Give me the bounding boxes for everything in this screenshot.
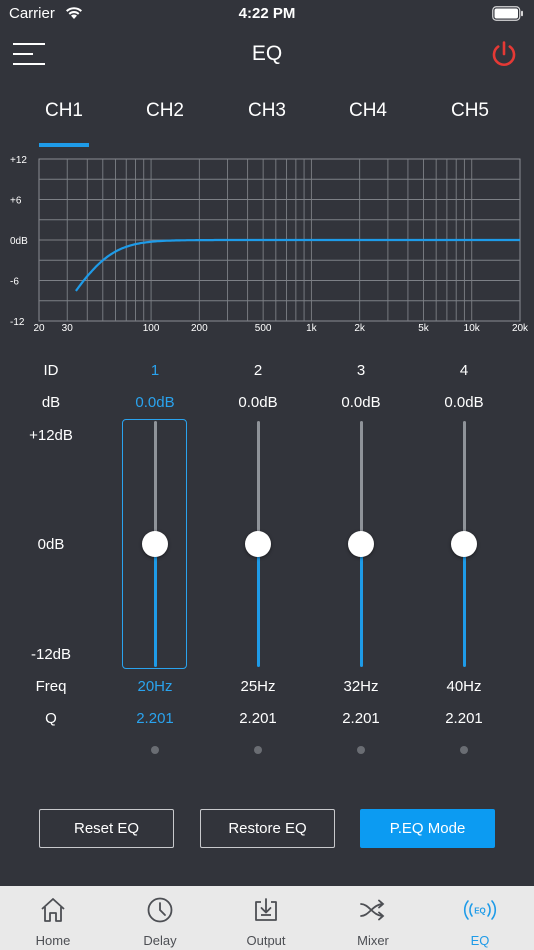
band-3-freq[interactable]: 32Hz: [311, 678, 411, 695]
eq-response-curve: [75, 238, 520, 292]
restore-eq-button[interactable]: Restore EQ: [200, 809, 335, 848]
band-4-freq[interactable]: 40Hz: [414, 678, 514, 695]
q-row-label: Q: [45, 710, 57, 727]
page-title: EQ: [251, 42, 283, 65]
reset-eq-button[interactable]: Reset EQ: [39, 809, 174, 848]
band-1-db[interactable]: 0.0dB: [105, 394, 205, 411]
nav-output[interactable]: Output: [213, 886, 319, 950]
band-2-freq[interactable]: 25Hz: [208, 678, 308, 695]
band-4-track-lower[interactable]: [462, 544, 466, 667]
band-4-id: 4: [459, 362, 469, 379]
band-3-indicator-dot: [357, 746, 365, 754]
band-1-track-upper[interactable]: [153, 421, 157, 544]
band-2-id: 2: [253, 362, 263, 379]
tab-ch4[interactable]: CH4: [318, 100, 418, 122]
band-1-indicator-dot: [151, 746, 159, 754]
nav-home[interactable]: Home: [0, 886, 106, 950]
tab-ch1[interactable]: CH1: [14, 100, 114, 122]
channel-tabs: CH1 CH2 CH3 CH4 CH5: [0, 100, 534, 150]
nav-eq-label: EQ: [470, 933, 490, 948]
band-3-id: 3: [356, 362, 366, 379]
header: EQ: [0, 30, 534, 80]
peq-mode-button[interactable]: P.EQ Mode: [360, 809, 495, 848]
bottom-nav: Home Delay Output Mixer EQ EQ: [0, 886, 534, 950]
band-2-track-lower[interactable]: [256, 544, 260, 667]
band-3-db[interactable]: 0.0dB: [311, 394, 411, 411]
graph-x-tick: 10k: [464, 323, 481, 334]
zero-db-label: 0dB: [37, 536, 65, 553]
clock-icon: [147, 897, 173, 923]
band-2-slider-knob[interactable]: [245, 531, 271, 557]
shuffle-icon: [360, 899, 385, 921]
graph-x-tick: 2k: [354, 323, 366, 334]
nav-delay-label: Delay: [143, 933, 177, 948]
nav-eq[interactable]: EQ EQ: [427, 886, 533, 950]
band-2-db[interactable]: 0.0dB: [208, 394, 308, 411]
nav-output-label: Output: [246, 933, 286, 948]
clock: 4:22 PM: [238, 5, 296, 22]
min-db-label: -12dB: [30, 646, 72, 663]
band-1-freq[interactable]: 20Hz: [105, 678, 205, 695]
band-2-indicator-dot: [254, 746, 262, 754]
output-icon: [255, 898, 277, 921]
band-3-q[interactable]: 2.201: [311, 710, 411, 727]
power-icon[interactable]: [490, 40, 518, 68]
band-2-track-upper[interactable]: [256, 421, 260, 544]
graph-y-tick: 0dB: [10, 236, 28, 247]
tab-ch5[interactable]: CH5: [420, 100, 520, 122]
eq-icon: EQ: [463, 900, 497, 920]
graph-x-tick: 20k: [512, 323, 529, 334]
max-db-label: +12dB: [29, 427, 73, 444]
band-4-q[interactable]: 2.201: [414, 710, 514, 727]
nav-mixer[interactable]: Mixer: [320, 886, 426, 950]
graph-x-tick: 5k: [418, 323, 430, 334]
band-1-track-lower[interactable]: [153, 544, 157, 667]
band-4-indicator-dot: [460, 746, 468, 754]
band-4-db[interactable]: 0.0dB: [414, 394, 514, 411]
band-3-track-lower[interactable]: [359, 544, 363, 667]
graph-x-tick: 200: [191, 323, 208, 334]
nav-delay[interactable]: Delay: [107, 886, 213, 950]
band-4-slider-knob[interactable]: [451, 531, 477, 557]
band-2-q[interactable]: 2.201: [208, 710, 308, 727]
graph-y-tick: +12: [10, 155, 27, 166]
id-row-label: ID: [43, 362, 59, 379]
tab-ch3[interactable]: CH3: [217, 100, 317, 122]
active-tab-indicator: [39, 143, 89, 147]
band-1-id: 1: [150, 362, 160, 379]
freq-row-label: Freq: [35, 678, 67, 695]
status-bar: Carrier 4:22 PM: [0, 0, 534, 30]
graph-x-tick: 1k: [306, 323, 318, 334]
graph-x-tick: 500: [255, 323, 272, 334]
band-1-slider-knob[interactable]: [142, 531, 168, 557]
band-3-track-upper[interactable]: [359, 421, 363, 544]
eq-response-graph: +12 +6 0dB -6 -12 20 30 100 200 500 1k 2k 5k 10k 20k: [10, 155, 529, 334]
home-icon: [41, 898, 65, 922]
graph-x-tick: 30: [62, 323, 74, 334]
db-row-label: dB: [41, 394, 61, 411]
graph-x-tick: 20: [33, 323, 45, 334]
tab-ch2[interactable]: CH2: [115, 100, 215, 122]
graph-y-tick: +6: [10, 196, 22, 207]
graph-y-tick: -6: [10, 277, 19, 288]
nav-home-label: Home: [35, 933, 71, 948]
band-4-track-upper[interactable]: [462, 421, 466, 544]
band-1-q[interactable]: 2.201: [105, 710, 205, 727]
graph-x-tick: 100: [143, 323, 160, 334]
band-3-slider-knob[interactable]: [348, 531, 374, 557]
graph-y-tick: -12: [10, 317, 25, 328]
svg-text:EQ: EQ: [474, 907, 486, 916]
nav-mixer-label: Mixer: [357, 933, 389, 948]
battery-icon: [492, 6, 523, 21]
